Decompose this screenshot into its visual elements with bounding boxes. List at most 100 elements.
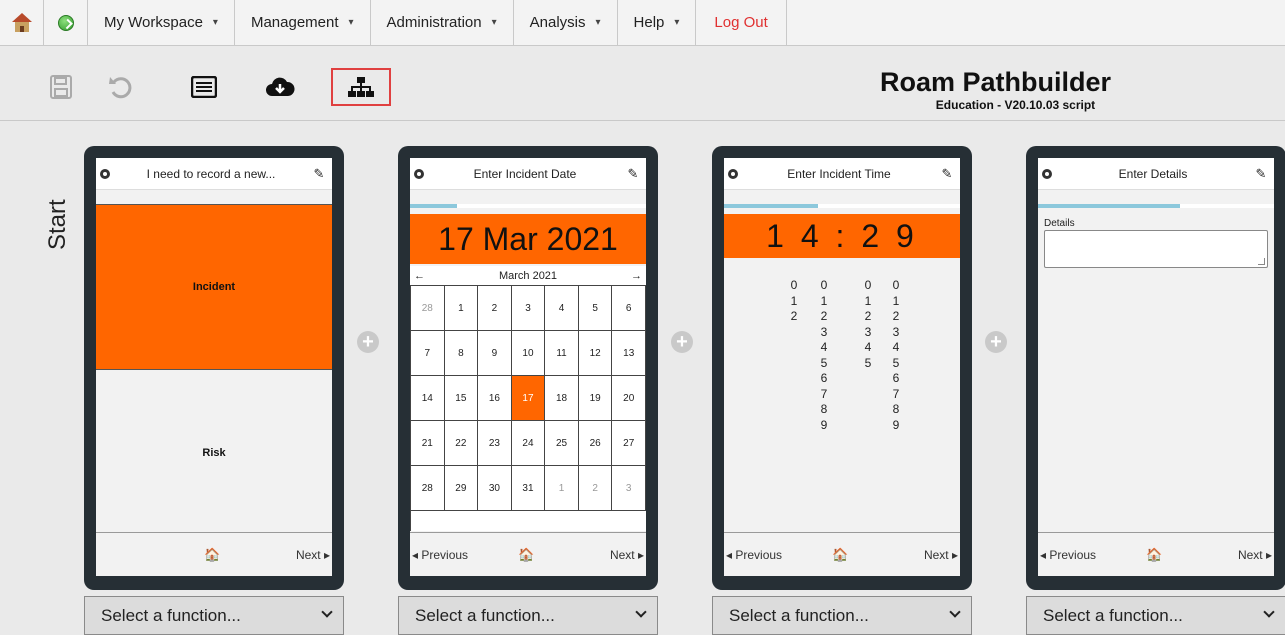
menu-management[interactable]: Management ▾ xyxy=(235,0,371,45)
digit-option[interactable]: 1 xyxy=(818,294,830,310)
calendar-day[interactable]: 14 xyxy=(411,376,445,421)
digit-option[interactable]: 2 xyxy=(818,309,830,325)
calendar-day[interactable]: 18 xyxy=(545,376,579,421)
menu-analysis[interactable]: Analysis ▾ xyxy=(514,0,618,45)
previous-button[interactable]: ◂ Previous xyxy=(412,548,468,562)
calendar-day[interactable]: 6 xyxy=(612,286,646,331)
add-step-button[interactable]: + xyxy=(985,331,1007,353)
function-select[interactable]: Select a function... xyxy=(712,596,972,635)
calendar-day[interactable]: 12 xyxy=(578,331,613,376)
calendar-day[interactable]: 20 xyxy=(612,376,646,421)
minute-ones-column[interactable]: 0123456789 xyxy=(890,278,902,433)
digit-option[interactable]: 5 xyxy=(818,356,830,372)
calendar-day[interactable]: 19 xyxy=(578,376,613,421)
digit-option[interactable]: 1 xyxy=(788,294,800,310)
hour-ones-column[interactable]: 0123456789 xyxy=(818,278,830,433)
digit-option[interactable]: 0 xyxy=(890,278,902,294)
digit-option[interactable]: 0 xyxy=(788,278,800,294)
refresh-icon[interactable] xyxy=(44,0,88,45)
calendar-day[interactable]: 28 xyxy=(411,466,445,511)
add-step-button[interactable]: + xyxy=(671,331,693,353)
digit-option[interactable]: 4 xyxy=(862,340,874,356)
card-settings-icon[interactable] xyxy=(728,168,738,179)
digit-option[interactable]: 2 xyxy=(890,309,902,325)
function-select[interactable]: Select a function... xyxy=(398,596,658,635)
calendar-day[interactable]: 26 xyxy=(578,421,613,466)
save-icon[interactable] xyxy=(43,70,79,104)
calendar-day[interactable]: 29 xyxy=(444,466,479,511)
hour-tens-column[interactable]: 012 xyxy=(788,278,800,325)
calendar-day[interactable]: 27 xyxy=(612,421,646,466)
list-icon[interactable] xyxy=(186,70,222,104)
sitemap-icon[interactable] xyxy=(331,68,391,106)
digit-option[interactable]: 3 xyxy=(818,325,830,341)
card-settings-icon[interactable] xyxy=(100,168,110,179)
option-risk[interactable]: Risk xyxy=(96,370,332,536)
digit-option[interactable]: 9 xyxy=(890,418,902,434)
digit-option[interactable]: 2 xyxy=(862,309,874,325)
option-incident[interactable]: Incident xyxy=(96,204,332,370)
pin-icon[interactable]: ✎ xyxy=(626,166,640,182)
calendar-day[interactable]: 5 xyxy=(578,286,613,331)
calendar-day[interactable]: 25 xyxy=(545,421,579,466)
calendar-day[interactable]: 22 xyxy=(444,421,479,466)
digit-option[interactable]: 8 xyxy=(890,402,902,418)
digit-option[interactable]: 1 xyxy=(862,294,874,310)
digit-option[interactable]: 4 xyxy=(818,340,830,356)
calendar-day[interactable]: 2 xyxy=(578,466,613,511)
menu-help[interactable]: Help ▾ xyxy=(618,0,697,45)
logout-link[interactable]: Log Out xyxy=(696,0,787,45)
calendar-day[interactable]: 8 xyxy=(444,331,479,376)
home-icon[interactable] xyxy=(0,0,44,45)
card-settings-icon[interactable] xyxy=(414,168,424,179)
digit-option[interactable]: 5 xyxy=(890,356,902,372)
menu-my-workspace[interactable]: My Workspace ▾ xyxy=(88,0,235,45)
calendar-day[interactable]: 31 xyxy=(511,466,546,511)
calendar-day[interactable]: 23 xyxy=(478,421,512,466)
digit-option[interactable]: 3 xyxy=(890,325,902,341)
home-nav-icon[interactable]: 🏠 xyxy=(1146,547,1162,563)
calendar-day[interactable]: 16 xyxy=(478,376,512,421)
next-button[interactable]: Next ▸ xyxy=(1238,548,1272,562)
calendar-day[interactable]: 7 xyxy=(411,331,445,376)
home-nav-icon[interactable]: 🏠 xyxy=(204,547,220,563)
calendar-day[interactable]: 10 xyxy=(511,331,546,376)
undo-icon[interactable] xyxy=(103,70,139,104)
digit-option[interactable]: 6 xyxy=(818,371,830,387)
function-select[interactable]: Select a function... xyxy=(84,596,344,635)
home-nav-icon[interactable]: 🏠 xyxy=(832,547,848,563)
calendar-day[interactable]: 3 xyxy=(511,286,546,331)
digit-option[interactable]: 2 xyxy=(788,309,800,325)
pin-icon[interactable]: ✎ xyxy=(312,166,326,182)
calendar-day[interactable]: 9 xyxy=(478,331,512,376)
calendar-day[interactable]: 13 xyxy=(612,331,646,376)
add-step-button[interactable]: + xyxy=(357,331,379,353)
prev-month-arrow-icon[interactable]: ← xyxy=(410,270,429,282)
previous-button[interactable]: ◂ Previous xyxy=(1040,548,1096,562)
digit-option[interactable]: 0 xyxy=(818,278,830,294)
calendar-day[interactable]: 17 xyxy=(511,376,546,421)
digit-option[interactable]: 9 xyxy=(818,418,830,434)
function-select[interactable]: Select a function... xyxy=(1026,596,1285,635)
calendar-day[interactable]: 3 xyxy=(612,466,646,511)
digit-option[interactable]: 8 xyxy=(818,402,830,418)
details-textarea[interactable] xyxy=(1044,230,1268,268)
resize-grip-icon[interactable] xyxy=(1258,258,1265,265)
digit-option[interactable]: 1 xyxy=(890,294,902,310)
digit-option[interactable]: 5 xyxy=(862,356,874,372)
calendar-day[interactable]: 28 xyxy=(411,286,445,331)
card-settings-icon[interactable] xyxy=(1042,168,1052,179)
next-month-arrow-icon[interactable]: → xyxy=(627,270,646,282)
calendar-day[interactable]: 24 xyxy=(511,421,546,466)
digit-option[interactable]: 3 xyxy=(862,325,874,341)
calendar-day[interactable]: 1 xyxy=(545,466,579,511)
digit-option[interactable]: 7 xyxy=(890,387,902,403)
home-nav-icon[interactable]: 🏠 xyxy=(518,547,534,563)
digit-option[interactable]: 0 xyxy=(862,278,874,294)
menu-administration[interactable]: Administration ▾ xyxy=(371,0,514,45)
previous-button[interactable]: ◂ Previous xyxy=(726,548,782,562)
next-button[interactable]: Next ▸ xyxy=(296,548,330,562)
digit-option[interactable]: 7 xyxy=(818,387,830,403)
calendar-day[interactable]: 30 xyxy=(478,466,512,511)
calendar-day[interactable]: 15 xyxy=(444,376,479,421)
